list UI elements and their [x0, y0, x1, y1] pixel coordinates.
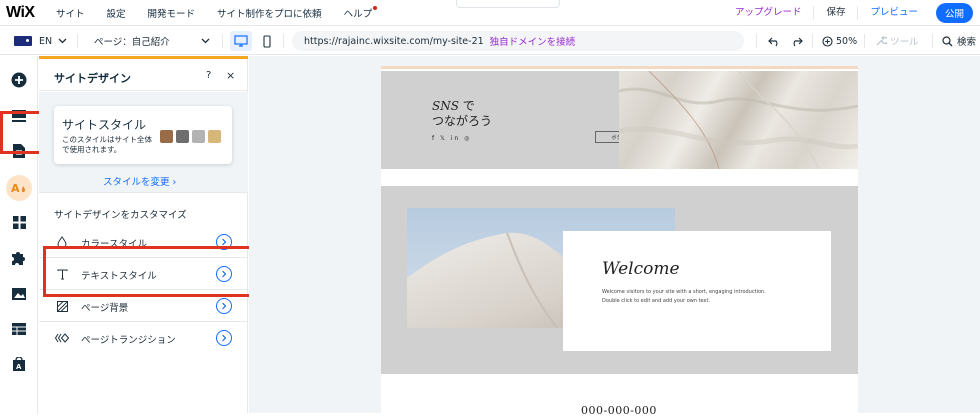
menu-hire-pro[interactable]: サイト制作をプロに依頼 [217, 6, 322, 20]
mobile-view-icon[interactable] [259, 27, 275, 55]
save-button[interactable]: 保存 [814, 5, 859, 20]
divider [222, 34, 223, 48]
wrench-icon [876, 36, 887, 46]
menu-dev-mode[interactable]: 開発モード [148, 6, 196, 20]
page-selector[interactable]: ページ：自己紹介 [94, 27, 170, 55]
hero-title-de: で [458, 99, 475, 113]
left-rail: A A [0, 56, 38, 413]
site-page[interactable]: SNS で つながろう f 𝕏 in ◎ ボタン [381, 66, 858, 417]
divider [756, 34, 757, 48]
menu-site[interactable]: サイト [56, 6, 85, 20]
site-style-description: このスタイルはサイト全体で使用されます。 [62, 135, 152, 154]
color-swatch [176, 130, 189, 143]
site-style-title: サイトスタイル [62, 118, 147, 132]
site-url-bar[interactable]: https://rajainc.wixsite.com/my-site-21 独… [292, 31, 744, 51]
preview-button[interactable]: プレビュー [858, 6, 930, 20]
site-design-panel: サイトデザイン ? × サイトスタイル このスタイルはサイト全体で使用されます。… [39, 56, 248, 413]
menu-help[interactable]: ヘルプ [343, 5, 378, 20]
editor-canvas[interactable]: SNS で つながろう f 𝕏 in ◎ ボタン [249, 56, 980, 417]
svg-text:A: A [11, 182, 20, 195]
search-icon [942, 35, 953, 46]
chevron-down-icon[interactable] [58, 27, 67, 55]
transition-icon [55, 331, 69, 345]
search-label: 検索 [957, 37, 977, 48]
top-bar: WiX サイト 設定 開発モード サイト制作をプロに依頼 ヘルプ アップグレード… [0, 0, 980, 26]
divider [932, 34, 933, 48]
menu-help-label: ヘルプ [343, 8, 373, 20]
apps-icon[interactable] [10, 213, 28, 231]
spacer [381, 169, 858, 186]
option-label: ページトランジション [81, 335, 176, 346]
color-swatch [192, 130, 205, 143]
site-style-card[interactable]: サイトスタイル このスタイルはサイト全体で使用されます。 [54, 106, 232, 164]
social-bar[interactable]: f 𝕏 in ◎ [432, 135, 471, 142]
tools-label: ツール [890, 37, 919, 48]
chevron-right-icon[interactable] [216, 330, 232, 346]
desktop-view-icon[interactable] [230, 31, 252, 51]
site-style-area: サイトスタイル このスタイルはサイト全体で使用されます。 スタイルを変更 › [39, 92, 248, 193]
site-design-icon[interactable]: A [10, 179, 28, 197]
wix-logo[interactable]: WiX [6, 4, 56, 22]
change-style-link[interactable]: スタイルを変更 › [103, 174, 176, 188]
welcome-text[interactable]: Welcome visitors to your site with a sho… [602, 288, 772, 306]
close-icon[interactable]: × [226, 69, 235, 82]
divider [812, 34, 813, 48]
top-center-tab[interactable] [456, 0, 560, 8]
connect-domain-link[interactable]: 独自ドメインを接続 [490, 34, 576, 48]
panel-header: サイトデザイン ? × [39, 59, 248, 91]
phone-number[interactable]: 000-000-000 [581, 404, 657, 417]
site-url: https://rajainc.wixsite.com/my-site-21 [304, 35, 484, 47]
background-icon [55, 299, 69, 313]
flag-icon[interactable] [14, 36, 32, 46]
search-button[interactable]: 検索 [942, 27, 976, 55]
help-icon[interactable]: ? [206, 70, 211, 81]
notification-dot [373, 5, 378, 10]
divider [283, 34, 284, 48]
hero-title[interactable]: SNS で つながろう [432, 99, 492, 129]
hero-title-line2: つながろう [432, 114, 493, 128]
svg-text:A: A [16, 363, 22, 371]
welcome-section[interactable]: Welcome Welcome visitors to your site wi… [381, 186, 858, 374]
zoom-level: 50% [836, 35, 858, 47]
upgrade-button[interactable]: アップグレード [723, 5, 815, 20]
tools-button[interactable]: ツール [875, 27, 919, 55]
panel-title: サイトデザイン [54, 72, 131, 85]
text-style-highlight-box [43, 246, 252, 297]
publish-button[interactable]: 公開 [935, 2, 973, 23]
color-swatch [160, 130, 173, 143]
menu-settings[interactable]: 設定 [107, 6, 126, 20]
editor-toolbar: EN ページ：自己紹介 https://rajainc.wixsite.com/… [0, 27, 980, 55]
hero-section[interactable]: SNS で つながろう f 𝕏 in ◎ ボタン [381, 71, 858, 169]
redo-icon[interactable] [790, 27, 803, 55]
cms-table-icon[interactable] [10, 320, 28, 338]
chevron-right-icon[interactable] [216, 298, 232, 314]
customize-heading: サイトデザインをカスタマイズ [54, 210, 187, 221]
welcome-title[interactable]: Welcome [602, 259, 680, 279]
add-elements-icon[interactable] [10, 71, 28, 89]
divider [77, 34, 78, 48]
marble-image[interactable] [619, 71, 858, 169]
page-transition-option[interactable]: ページトランジション [39, 322, 248, 354]
divider [864, 34, 865, 48]
undo-icon[interactable] [768, 27, 781, 55]
contact-section[interactable]: 000-000-000 [381, 374, 858, 417]
zoom-in-icon [822, 35, 833, 47]
zoom-control[interactable]: 50% [822, 27, 857, 55]
option-label: ページ背景 [81, 303, 129, 314]
business-apps-icon[interactable] [10, 249, 28, 267]
chevron-down-icon[interactable] [201, 27, 210, 55]
app-market-icon[interactable]: A [10, 355, 28, 373]
header-strip[interactable] [381, 66, 858, 69]
language-selector[interactable]: EN [39, 27, 52, 55]
color-swatch [208, 130, 221, 143]
media-icon[interactable] [10, 285, 28, 303]
hero-title-sns: SNS [432, 99, 459, 113]
welcome-card[interactable]: Welcome Welcome visitors to your site wi… [563, 231, 831, 351]
